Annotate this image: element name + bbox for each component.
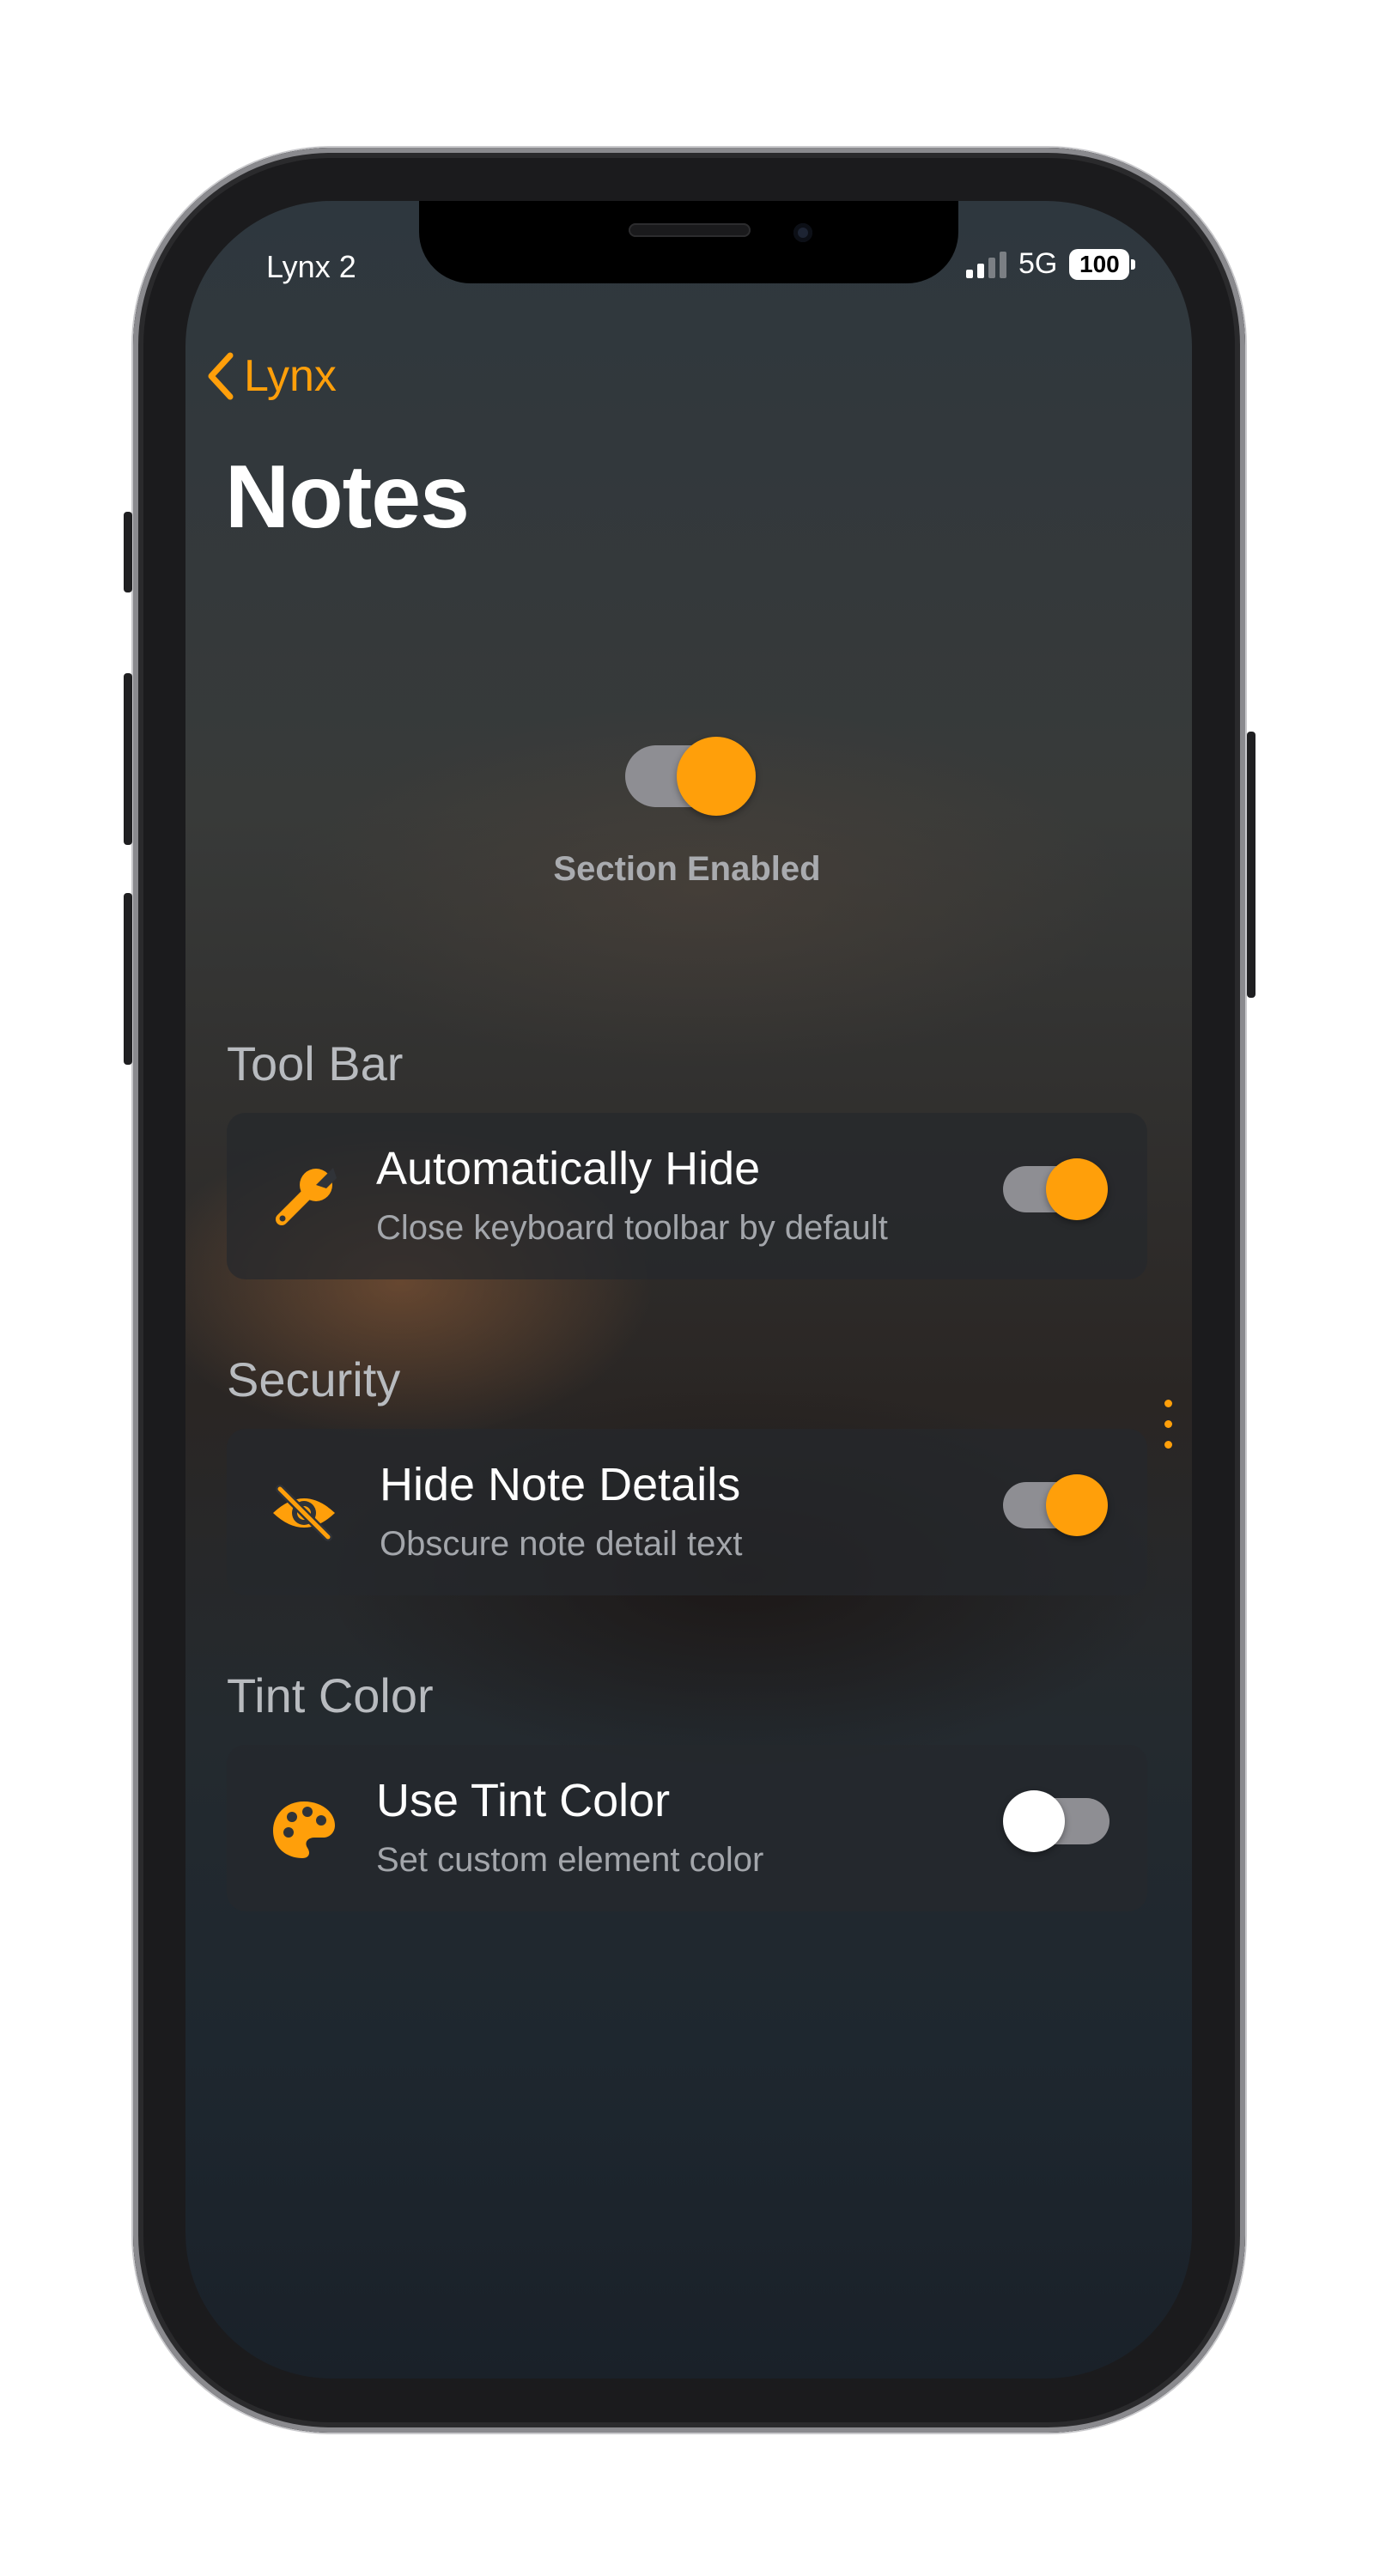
status-carrier: Lynx 2 bbox=[266, 249, 356, 284]
silent-switch bbox=[124, 512, 132, 592]
setting-subtitle: Close keyboard toolbar by default bbox=[376, 1209, 888, 1247]
wrench-icon bbox=[276, 1168, 337, 1225]
chevron-left-icon bbox=[208, 352, 234, 400]
hide-note-details-toggle[interactable] bbox=[1003, 1472, 1110, 1537]
eye-slash-icon bbox=[273, 1485, 335, 1541]
page-title: Notes bbox=[225, 447, 470, 547]
section-header-tint-color: Tint Color bbox=[227, 1668, 434, 1722]
back-button[interactable]: Lynx bbox=[206, 350, 337, 402]
more-handle-icon[interactable] bbox=[1164, 1400, 1172, 1461]
status-indicators: 5G 100 bbox=[966, 247, 1136, 281]
section-header-security: Security bbox=[227, 1352, 401, 1406]
network-type: 5G bbox=[1018, 247, 1058, 280]
back-label: Lynx bbox=[244, 351, 337, 401]
toggle-knob bbox=[1003, 1790, 1065, 1852]
battery-tip bbox=[1131, 258, 1136, 270]
battery-level: 100 bbox=[1069, 248, 1130, 280]
toggle-knob bbox=[677, 737, 756, 816]
toggle-knob bbox=[1046, 1474, 1108, 1536]
volume-up-button bbox=[124, 673, 132, 845]
setting-title: Use Tint Color bbox=[376, 1775, 671, 1826]
automatically-hide-toggle[interactable] bbox=[1003, 1156, 1110, 1221]
toggle-knob bbox=[1046, 1158, 1108, 1220]
signal-icon bbox=[966, 251, 1006, 278]
palette-icon bbox=[273, 1801, 335, 1858]
volume-down-button bbox=[124, 893, 132, 1065]
setting-row-hide-note-details: Hide Note Details Obscure note detail te… bbox=[227, 1429, 1147, 1595]
section-enabled-toggle[interactable] bbox=[625, 737, 756, 816]
use-tint-color-toggle[interactable] bbox=[1003, 1788, 1110, 1853]
setting-title: Automatically Hide bbox=[376, 1143, 761, 1194]
setting-row-automatically-hide: Automatically Hide Close keyboard toolba… bbox=[227, 1113, 1147, 1279]
setting-subtitle: Obscure note detail text bbox=[380, 1525, 743, 1563]
notch bbox=[419, 201, 958, 283]
section-header-tool-bar: Tool Bar bbox=[227, 1036, 404, 1091]
earpiece-speaker bbox=[629, 223, 751, 237]
setting-row-use-tint-color: Use Tint Color Set custom element color bbox=[227, 1745, 1147, 1911]
battery-icon: 100 bbox=[1069, 248, 1136, 280]
front-camera bbox=[793, 223, 812, 242]
setting-subtitle: Set custom element color bbox=[376, 1841, 764, 1879]
section-enabled-label: Section Enabled bbox=[553, 850, 821, 888]
setting-title: Hide Note Details bbox=[380, 1459, 741, 1510]
